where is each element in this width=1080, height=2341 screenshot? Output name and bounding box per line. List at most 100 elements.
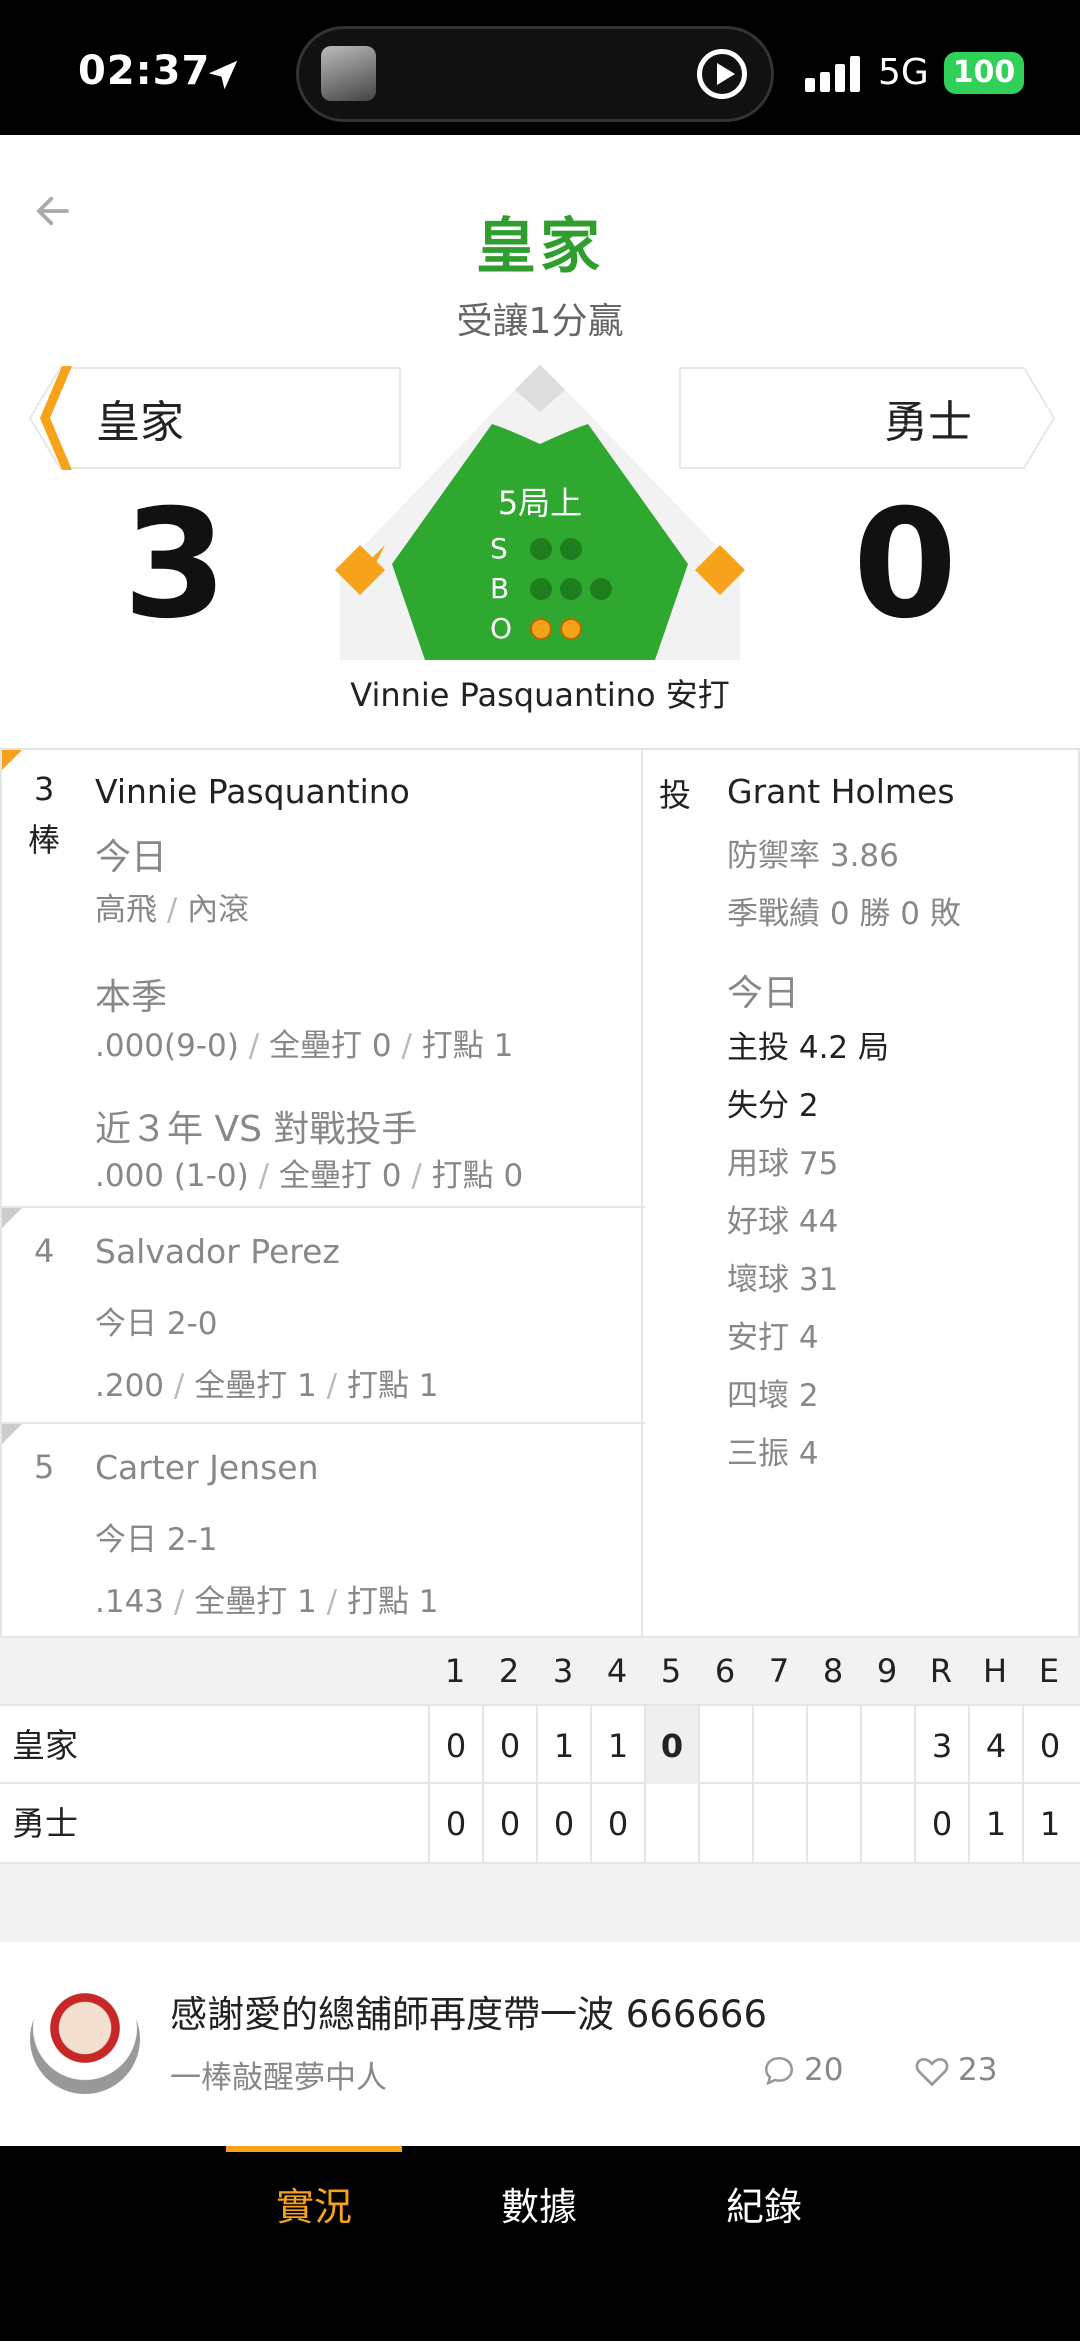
season-avg: .000(9-0) — [95, 1028, 239, 1064]
box-score-header-e: E — [1038, 1652, 1060, 1690]
vs-pitcher-label: 近３年 VS 對戰投手 — [95, 1109, 418, 1150]
tab-live[interactable]: 實況 — [214, 2176, 414, 2231]
section-divider — [0, 1864, 1080, 1942]
box-score-cell — [860, 1784, 914, 1864]
separator: / — [248, 1028, 270, 1064]
out-label: O — [490, 612, 513, 645]
box-score-cell: 1 — [536, 1706, 590, 1786]
box-score-cell: 1 — [590, 1706, 644, 1786]
heart-icon[interactable] — [914, 2054, 950, 2088]
vs-avg: .000 (1-0) — [95, 1158, 249, 1194]
box-score-cell: 1 — [1022, 1784, 1076, 1864]
box-score-cell: 0 — [1022, 1706, 1076, 1786]
inning-indicator: 5局上 — [497, 484, 583, 522]
pitcher-strikes: 好球 44 — [727, 1204, 839, 1240]
status-time: 02:37 — [78, 48, 211, 94]
pitcher-today-label: 今日 — [727, 973, 800, 1014]
box-score-header-9: 9 — [876, 1652, 898, 1690]
box-score-cell — [806, 1706, 860, 1786]
separator: / — [166, 892, 188, 928]
box-score-cell — [752, 1706, 806, 1786]
current-batter-card[interactable]: 3 棒 Vinnie Pasquantino 今日 高飛 / 內滾 本季 .00… — [2, 750, 645, 1208]
home-team-name[interactable]: 勇士 — [884, 386, 972, 450]
box-score-header-row: 123456789RHE — [0, 1638, 1080, 1704]
now-playing-artwork — [321, 46, 376, 101]
ball-dot — [560, 578, 582, 600]
batter-rbi: 打點 1 — [346, 1584, 439, 1620]
box-score-header-1: 1 — [444, 1652, 466, 1690]
box-score-cell: 0 — [482, 1706, 536, 1786]
tab-stats[interactable]: 數據 — [439, 2176, 639, 2231]
season-rbi: 打點 1 — [421, 1028, 514, 1064]
box-score-cell: 0 — [482, 1784, 536, 1864]
box-score-cell: 0 — [428, 1706, 482, 1786]
batter-card[interactable]: 5 Carter Jensen 今日 2-1 .143 / 全壘打 1 / 打點… — [2, 1424, 645, 1638]
box-score-cell — [644, 1784, 698, 1864]
location-arrow-icon — [208, 60, 238, 90]
pitcher-record: 季戰績 0 勝 0 敗 — [727, 896, 961, 932]
separator: / — [258, 1158, 279, 1194]
ball-dot — [530, 578, 552, 600]
batter-card[interactable]: 4 Salvador Perez 今日 2-0 .200 / 全壘打 1 / 打… — [2, 1208, 645, 1424]
batting-order-number: 5 — [34, 1448, 55, 1486]
avatar[interactable] — [30, 1984, 140, 2094]
box-score-cell: 0 — [914, 1784, 968, 1864]
out-dot — [560, 618, 582, 640]
play-icon[interactable] — [697, 49, 747, 99]
pitcher-innings: 主投 4.2 局 — [727, 1030, 890, 1066]
pitcher-balls: 壞球 31 — [727, 1262, 839, 1298]
season-label: 本季 — [95, 977, 168, 1018]
batter-stats: .200 / 全壘打 1 / 打點 1 — [95, 1360, 439, 1405]
bottom-tab-bar: 實況 數據 紀錄 — [0, 2146, 1080, 2341]
active-tab-indicator — [226, 2146, 402, 2152]
current-batter-marker — [2, 750, 22, 770]
pitcher-label: 投 — [659, 776, 692, 814]
vs-rbi: 打點 0 — [431, 1158, 524, 1194]
bet-subtitle: 受讓1分贏 — [456, 301, 624, 342]
dynamic-island[interactable] — [296, 26, 774, 122]
separator: / — [326, 1584, 347, 1620]
strike-dot — [530, 538, 552, 560]
batter-avg: .143 — [95, 1584, 165, 1620]
last-play-text: Vinnie Pasquantino 安打 — [350, 676, 730, 714]
batter-today: 今日 2-0 — [95, 1306, 218, 1342]
away-score: 3 — [122, 478, 228, 652]
comment-item[interactable]: 感謝愛的總舖師再度帶一波 666666 一棒敲醒夢中人 20 23 — [0, 1942, 1080, 2142]
box-score-header-r: R — [929, 1652, 953, 1690]
pitcher-panel[interactable]: 投 Grant Holmes 防禦率 3.86 季戰績 0 勝 0 敗 今日 主… — [643, 748, 1080, 1638]
box-score-cell: 1 — [968, 1784, 1022, 1864]
season-hr: 全壘打 0 — [269, 1028, 392, 1064]
box-score-cell: 0 — [590, 1784, 644, 1864]
box-score-header-h: H — [982, 1652, 1008, 1690]
box-score-cell — [752, 1784, 806, 1864]
comment-bubble-icon[interactable] — [762, 2054, 796, 2088]
like-count: 23 — [958, 2052, 998, 2088]
away-team-name[interactable]: 皇家 — [96, 386, 184, 450]
reply-count: 20 — [804, 2052, 844, 2088]
vs-pitcher-stats: .000 (1-0) / 全壘打 0 / 打點 0 — [95, 1150, 523, 1195]
batter-rbi: 打點 1 — [346, 1368, 439, 1404]
box-score-cell: 4 — [968, 1706, 1022, 1786]
strike-dot — [560, 538, 582, 560]
box-score-cell — [698, 1706, 752, 1786]
box-score-team-name: 皇家 — [12, 1726, 78, 1765]
batting-order-number: 3 — [34, 770, 55, 808]
separator: / — [411, 1158, 432, 1194]
box-score-cell: 3 — [914, 1706, 968, 1786]
separator: / — [401, 1028, 422, 1064]
batter-hr: 全壘打 1 — [194, 1584, 317, 1620]
table-row: 勇士 0000011 — [0, 1784, 1080, 1864]
box-score-header-4: 4 — [606, 1652, 628, 1690]
ball-label: B — [490, 572, 510, 605]
comment-username[interactable]: 一棒敲醒夢中人 — [170, 2052, 387, 2097]
network-type: 5G — [878, 52, 929, 93]
separator: / — [173, 1368, 195, 1404]
batter-name: Carter Jensen — [95, 1448, 319, 1487]
batter-name: Vinnie Pasquantino — [95, 772, 410, 811]
separator: / — [326, 1368, 347, 1404]
cellular-signal-icon — [805, 56, 865, 92]
tab-log[interactable]: 紀錄 — [664, 2176, 864, 2231]
home-score: 0 — [852, 478, 958, 652]
today-result-1: 高飛 — [95, 892, 157, 928]
batter-card-marker — [2, 1208, 22, 1228]
